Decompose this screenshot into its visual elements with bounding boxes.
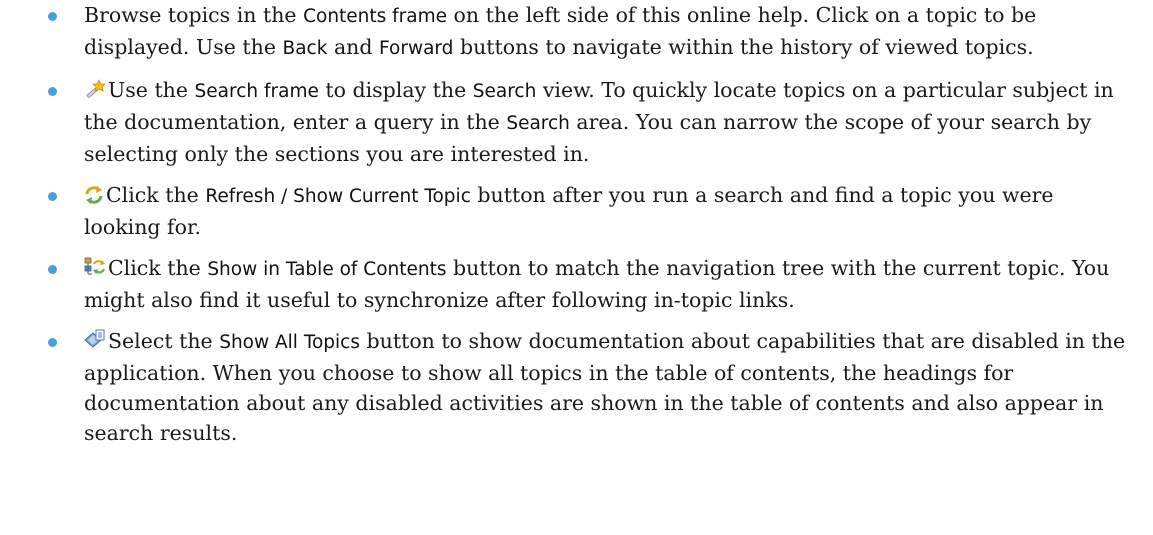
- ui-term: Search frame: [194, 81, 319, 102]
- body-text: Click the: [108, 256, 208, 280]
- ui-term: Show All Topics: [219, 332, 360, 353]
- search-wand-icon: [84, 78, 106, 100]
- show-all-topics-icon: [84, 329, 106, 351]
- ui-term: Back: [282, 38, 328, 59]
- ui-term: Contents frame: [303, 6, 448, 27]
- ui-term: Show in Table of Contents: [207, 259, 447, 280]
- ui-term: Search: [472, 81, 537, 102]
- bullet-icon: [48, 265, 57, 274]
- bullet-icon: [48, 87, 57, 96]
- help-item: Click the Show in Table of Contents butt…: [48, 253, 1133, 315]
- bullet-icon: [48, 338, 57, 347]
- help-item: Browse topics in the Contents frame on t…: [48, 0, 1133, 64]
- body-text: Select the: [108, 329, 220, 353]
- help-topics-list: Browse topics in the Contents frame on t…: [0, 0, 1133, 448]
- body-text: Use the: [108, 78, 195, 102]
- help-item: Use the Search frame to display the Sear…: [48, 75, 1133, 169]
- sync-toc-icon: [84, 256, 106, 278]
- help-item: Select the Show All Topics button to sho…: [48, 326, 1133, 448]
- body-text: to display the: [318, 78, 473, 102]
- body-text: Browse topics in the: [84, 3, 304, 27]
- body-text: Click the: [106, 183, 206, 207]
- ui-term: Refresh / Show Current Topic: [205, 186, 471, 207]
- body-text: buttons to navigate within the history o…: [453, 35, 1034, 59]
- ui-term: Forward: [379, 38, 454, 59]
- bullet-icon: [48, 192, 57, 201]
- help-item: Click the Refresh / Show Current Topic b…: [48, 180, 1133, 242]
- body-text: and: [327, 35, 380, 59]
- ui-term: Search: [506, 113, 570, 134]
- bullet-icon: [48, 12, 57, 21]
- refresh-icon: [84, 185, 104, 205]
